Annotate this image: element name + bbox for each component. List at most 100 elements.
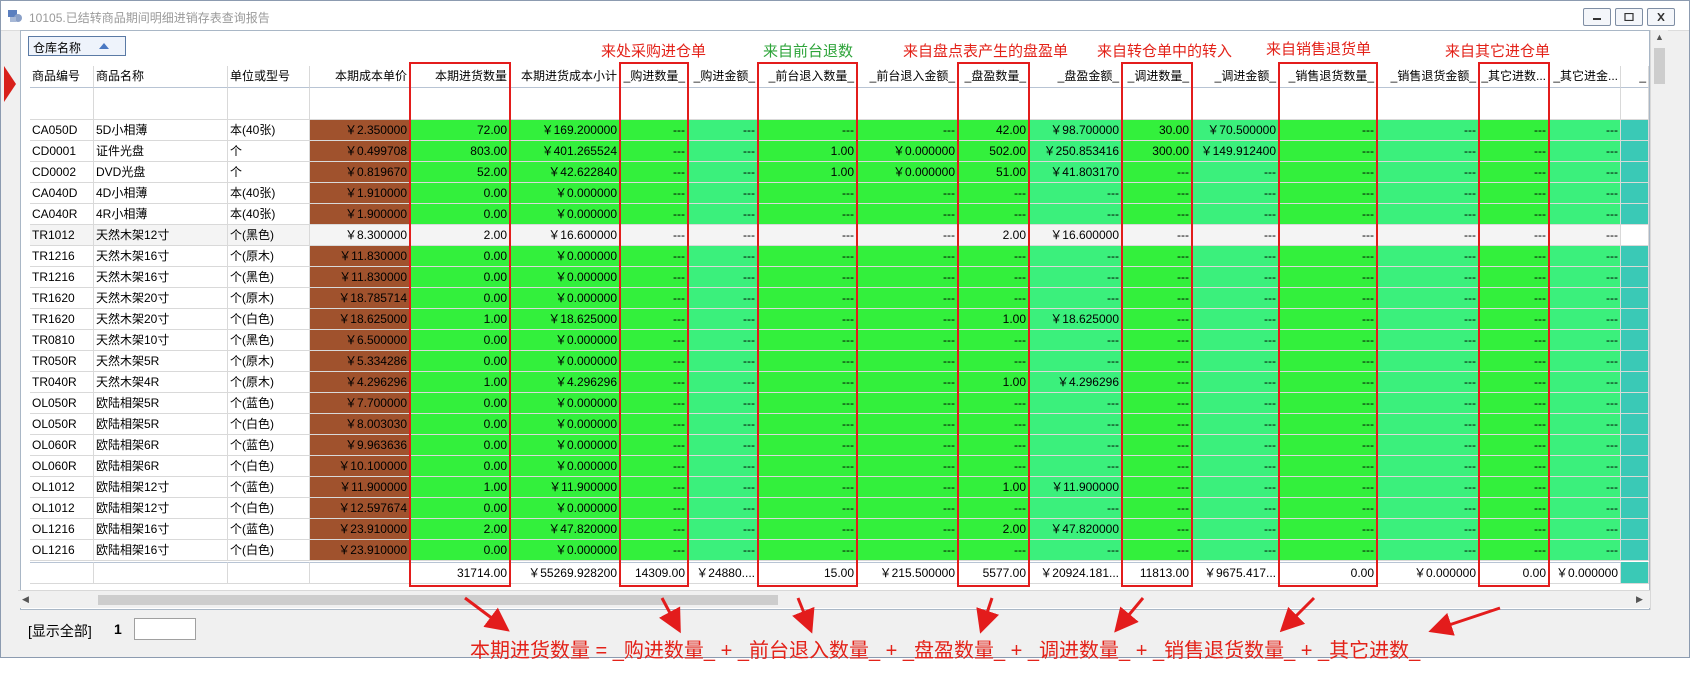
horizontal-scrollbar[interactable]: ◀ ▶ [18, 590, 1650, 608]
table-cell: --- [758, 351, 857, 372]
scroll-left-icon[interactable]: ◀ [22, 594, 29, 605]
table-cell: 欧陆相架12寸 [94, 477, 228, 498]
table-cell: 300.00 [1122, 141, 1192, 162]
table-cell: ￥7.700000 [310, 393, 410, 414]
column-header[interactable]: _前台退入金额_ [857, 66, 958, 88]
table-cell: OL050R [30, 393, 94, 414]
sort-ascending-icon[interactable] [99, 43, 109, 49]
table-cell: --- [1279, 435, 1377, 456]
close-icon [1657, 13, 1665, 21]
table-cell: --- [620, 540, 688, 561]
table-cell: ￥6.500000 [310, 330, 410, 351]
table-cell: 4R小相薄 [94, 204, 228, 225]
table-cell [1621, 372, 1649, 393]
column-header[interactable]: _销售退货数量_ [1279, 66, 1377, 88]
table-cell: --- [758, 183, 857, 204]
table-cell: --- [758, 414, 857, 435]
scroll-up-icon[interactable]: ▲ [1655, 32, 1664, 42]
annotation-purchase: 来处采购进仓单 [601, 43, 707, 60]
table-cell: --- [1479, 141, 1549, 162]
table-cell [1621, 141, 1649, 162]
table-cell: --- [1279, 330, 1377, 351]
table-cell [1621, 309, 1649, 330]
table-cell: --- [1377, 288, 1479, 309]
table-cell: --- [688, 267, 758, 288]
table-cell: --- [1192, 477, 1279, 498]
column-header[interactable]: _盘盈数量_ [958, 66, 1029, 88]
table-cell: 个(原木) [228, 351, 310, 372]
column-header[interactable]: 本期进货数量 [410, 66, 510, 88]
table-cell: --- [688, 162, 758, 183]
page-input[interactable] [134, 618, 196, 640]
table-cell: --- [857, 519, 958, 540]
table-cell: 天然木架4R [94, 372, 228, 393]
table-cell: --- [758, 120, 857, 141]
table-cell: --- [1377, 246, 1479, 267]
maximize-icon [1624, 13, 1634, 21]
table-cell [1621, 246, 1649, 267]
show-all-link[interactable]: [显示全部] [28, 621, 92, 641]
table-cell: --- [1029, 414, 1122, 435]
table-cell: --- [1029, 288, 1122, 309]
table-cell: --- [1377, 225, 1479, 246]
vertical-scrollbar[interactable]: ▲ [1650, 30, 1668, 610]
table-cell: --- [857, 246, 958, 267]
group-by-warehouse[interactable]: 仓库名称 [28, 36, 126, 56]
minimize-button[interactable] [1583, 8, 1611, 26]
column-header[interactable]: 本期进货成本小计 [510, 66, 620, 88]
table-cell: --- [688, 141, 758, 162]
column-header[interactable]: _销售退货金额_ [1377, 66, 1479, 88]
table-cell: --- [1279, 498, 1377, 519]
table-cell: --- [1549, 498, 1621, 519]
column-header[interactable]: _ [1621, 66, 1649, 88]
totals-cell: 14309.00 [620, 562, 688, 584]
table-cell: --- [857, 267, 958, 288]
table-cell: --- [1377, 393, 1479, 414]
table-cell: ￥4.296296 [1029, 372, 1122, 393]
table-cell: --- [1479, 246, 1549, 267]
table-cell: 0.00 [410, 183, 510, 204]
table-cell: ￥0.000000 [857, 162, 958, 183]
scroll-right-icon[interactable]: ▶ [1636, 594, 1643, 605]
current-row-indicator-icon [4, 66, 16, 102]
column-header[interactable]: _购进数量_ [620, 66, 688, 88]
table-cell: 本(40张) [228, 120, 310, 141]
column-header[interactable]: _调进金额_ [1192, 66, 1279, 88]
column-header[interactable]: 商品名称 [94, 66, 228, 88]
horizontal-scroll-thumb[interactable] [98, 595, 778, 605]
table-cell: --- [1479, 162, 1549, 183]
filter-cell [958, 88, 1029, 120]
table-cell: --- [1192, 330, 1279, 351]
column-header[interactable]: _其它进金... [1549, 66, 1621, 88]
table-cell: --- [1479, 372, 1549, 393]
table-cell: --- [857, 330, 958, 351]
table-cell: 个(白色) [228, 540, 310, 561]
table-cell: --- [620, 435, 688, 456]
table-cell: 个(黑色) [228, 225, 310, 246]
table-cell: --- [1122, 183, 1192, 204]
close-button[interactable] [1647, 8, 1675, 26]
table-cell: --- [1377, 309, 1479, 330]
table-cell: --- [1377, 372, 1479, 393]
table-cell: --- [958, 351, 1029, 372]
table-cell: 30.00 [1122, 120, 1192, 141]
table-cell: OL1012 [30, 498, 94, 519]
filter-cell [1549, 88, 1621, 120]
table-cell [1621, 351, 1649, 372]
column-header[interactable]: _调进数量_ [1122, 66, 1192, 88]
column-header[interactable]: _前台退入数量_ [758, 66, 857, 88]
maximize-button[interactable] [1615, 8, 1643, 26]
column-header[interactable]: 单位或型号 [228, 66, 310, 88]
column-header[interactable]: 商品编号 [30, 66, 94, 88]
totals-cell: 0.00 [1479, 562, 1549, 584]
column-header[interactable]: _购进金额_ [688, 66, 758, 88]
table-cell: --- [1549, 414, 1621, 435]
totals-cell [1621, 562, 1649, 584]
column-header[interactable]: _其它进数... [1479, 66, 1549, 88]
vertical-scroll-thumb[interactable] [1654, 48, 1665, 84]
table-cell: ￥41.803170 [1029, 162, 1122, 183]
column-header[interactable]: 本期成本单价 [310, 66, 410, 88]
table-cell: --- [857, 351, 958, 372]
column-header[interactable]: _盘盈金额_ [1029, 66, 1122, 88]
table-cell: --- [1279, 309, 1377, 330]
